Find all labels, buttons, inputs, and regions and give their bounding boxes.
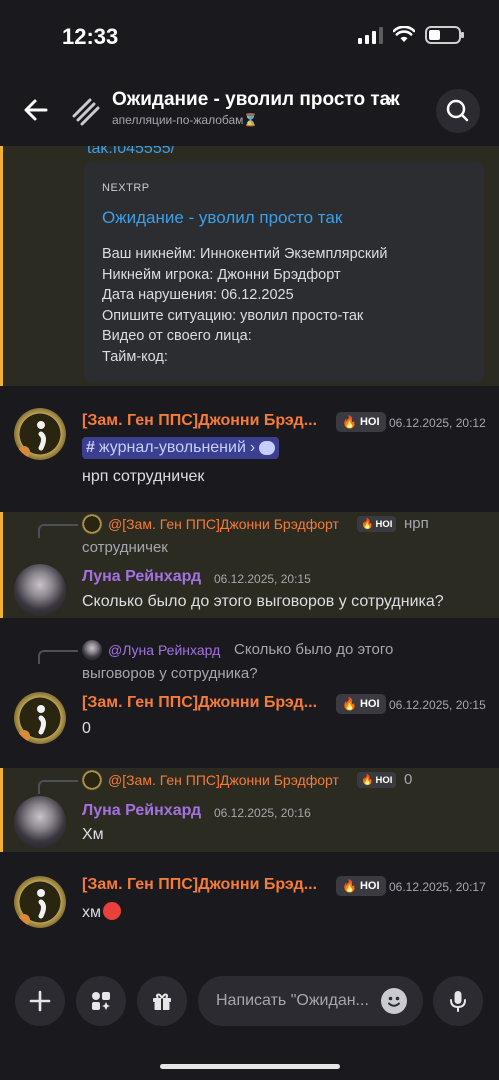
add-button[interactable] bbox=[15, 976, 65, 1026]
avatar[interactable] bbox=[14, 564, 66, 616]
smiley-icon bbox=[388, 996, 400, 1007]
message-input[interactable] bbox=[216, 976, 376, 1026]
avatar-image bbox=[18, 889, 46, 926]
embed-provider: NEXTRP bbox=[102, 182, 150, 194]
reply-author[interactable]: @[Зам. Ген ППС]Джонни Брэдфорт bbox=[108, 772, 339, 788]
channel-header: Ожидание - уволил просто так › апелляции… bbox=[0, 72, 499, 146]
reply-preview[interactable]: Сколько было до этого bbox=[234, 641, 393, 658]
message-link[interactable]: tak.f045555/ bbox=[87, 146, 175, 158]
hash-icon: # bbox=[86, 439, 95, 456]
fire-icon: 🔥 bbox=[361, 774, 374, 786]
reply-preview[interactable]: выговоров у сотрудника? bbox=[82, 665, 258, 682]
reply-preview[interactable]: нрп bbox=[404, 515, 429, 532]
cellular-signal-icon bbox=[358, 26, 383, 44]
reply-avatar bbox=[82, 770, 102, 790]
role-badge[interactable]: 🔥 НОІ bbox=[336, 694, 386, 714]
microphone-icon bbox=[450, 991, 466, 1012]
embed-line: Ваш никнейм: Иннокентий Экземплярский bbox=[102, 246, 388, 262]
avatar-image bbox=[18, 705, 46, 742]
message-author[interactable]: [Зам. Ген ППС]Джонни Брэд... bbox=[82, 694, 317, 712]
embed-line: Тайм-код: bbox=[102, 348, 168, 365]
message-text: нрп сотрудничек bbox=[82, 468, 205, 485]
message-embed: tak.f045555/ NEXTRP Ожидание - уволил пр… bbox=[0, 146, 499, 386]
role-badge[interactable]: 🔥 НОІ bbox=[336, 412, 386, 432]
fire-icon: 🔥 bbox=[342, 879, 357, 893]
status-icons bbox=[358, 26, 464, 44]
chevron-right-icon: › bbox=[249, 439, 256, 456]
message-timestamp: 06.12.2025, 20:16 bbox=[214, 806, 311, 820]
composer-bar bbox=[0, 960, 499, 1080]
voice-button[interactable] bbox=[433, 976, 483, 1026]
link-embed[interactable]: NEXTRP Ожидание - уволил просто так Ваш … bbox=[84, 162, 484, 382]
message-text: хм bbox=[82, 902, 121, 922]
message-text: Хм bbox=[82, 826, 104, 843]
fire-icon: 🔥 bbox=[361, 518, 374, 530]
reply-role-badge: 🔥 НОІ bbox=[357, 516, 397, 532]
parent-channel-name: апелляции-по-жалобам⌛ bbox=[112, 113, 259, 127]
reply-author[interactable]: @[Зам. Ген ППС]Джонни Брэдфорт bbox=[108, 516, 339, 532]
message-list[interactable]: tak.f045555/ NEXTRP Ожидание - уволил пр… bbox=[0, 146, 499, 960]
search-button[interactable] bbox=[436, 89, 480, 133]
status-bar: 12:33 bbox=[0, 0, 499, 72]
message-input-box[interactable] bbox=[198, 976, 423, 1026]
apps-button[interactable] bbox=[76, 976, 126, 1026]
message-timestamp: 06.12.2025, 20:17 bbox=[389, 880, 486, 894]
chevron-right-icon[interactable]: › bbox=[386, 89, 393, 112]
reply-avatar bbox=[82, 640, 102, 660]
message-author[interactable]: Луна Рейнхард bbox=[82, 802, 201, 820]
embed-line: Никнейм игрока: Джонни Брэдфорт bbox=[102, 266, 341, 283]
reply-connector bbox=[38, 524, 78, 538]
message-author[interactable]: [Зам. Ген ППС]Джонни Брэд... bbox=[82, 412, 317, 430]
fire-icon: 🔥 bbox=[342, 415, 357, 429]
fire-icon: 🔥 bbox=[342, 697, 357, 711]
thread-title[interactable]: Ожидание - уволил просто так bbox=[112, 89, 400, 111]
avatar[interactable] bbox=[14, 692, 66, 744]
reply-author[interactable]: @Луна Рейнхард bbox=[108, 642, 220, 658]
apps-icon bbox=[92, 992, 110, 1010]
message-text: Сколько было до этого выговоров у сотруд… bbox=[82, 593, 444, 610]
message-author[interactable]: [Зам. Ген ППС]Джонни Брэд... bbox=[82, 876, 317, 894]
back-arrow-icon[interactable] bbox=[18, 92, 54, 128]
embed-line: Опишите ситуацию: уволил просто-так bbox=[102, 307, 364, 324]
battery-icon bbox=[425, 26, 464, 44]
gift-button[interactable] bbox=[137, 976, 187, 1026]
channel-mention[interactable]: # журнал-увольнений › bbox=[82, 437, 280, 459]
reply-connector bbox=[38, 780, 78, 794]
role-badge[interactable]: 🔥 НОІ bbox=[336, 876, 386, 896]
reply-avatar bbox=[82, 514, 102, 534]
message-timestamp: 06.12.2025, 20:15 bbox=[389, 698, 486, 712]
chat-bubble-icon bbox=[259, 441, 276, 455]
message-timestamp: 06.12.2025, 20:15 bbox=[214, 572, 311, 586]
message-author[interactable]: Луна Рейнхард bbox=[82, 568, 201, 586]
angry-face-icon bbox=[103, 902, 121, 920]
embed-line: Дата нарушения: 06.12.2025 bbox=[102, 287, 294, 304]
plus-icon bbox=[29, 990, 51, 1012]
reply-role-badge: 🔥 НОІ bbox=[357, 772, 397, 788]
avatar[interactable] bbox=[14, 408, 66, 460]
gift-icon bbox=[153, 993, 171, 1010]
avatar-image bbox=[18, 421, 46, 458]
status-time: 12:33 bbox=[62, 24, 119, 49]
avatar[interactable] bbox=[14, 876, 66, 928]
avatar[interactable] bbox=[14, 796, 66, 848]
embed-description: Ваш никнейм: Иннокентий Экземплярский Ни… bbox=[102, 244, 387, 368]
reply-preview[interactable]: 0 bbox=[404, 771, 412, 788]
reply-preview[interactable]: сотрудничек bbox=[82, 539, 168, 556]
home-indicator bbox=[160, 1064, 340, 1069]
message-text: 0 bbox=[82, 720, 91, 737]
embed-line: Видео от своего лица: bbox=[102, 328, 252, 345]
message-timestamp: 06.12.2025, 20:12 bbox=[389, 416, 486, 430]
reply-connector bbox=[38, 650, 78, 664]
emoji-icon[interactable] bbox=[381, 988, 407, 1014]
thread-icon bbox=[72, 98, 100, 126]
search-icon bbox=[446, 99, 469, 122]
embed-title[interactable]: Ожидание - уволил просто так bbox=[102, 208, 342, 228]
wifi-icon bbox=[393, 26, 415, 42]
